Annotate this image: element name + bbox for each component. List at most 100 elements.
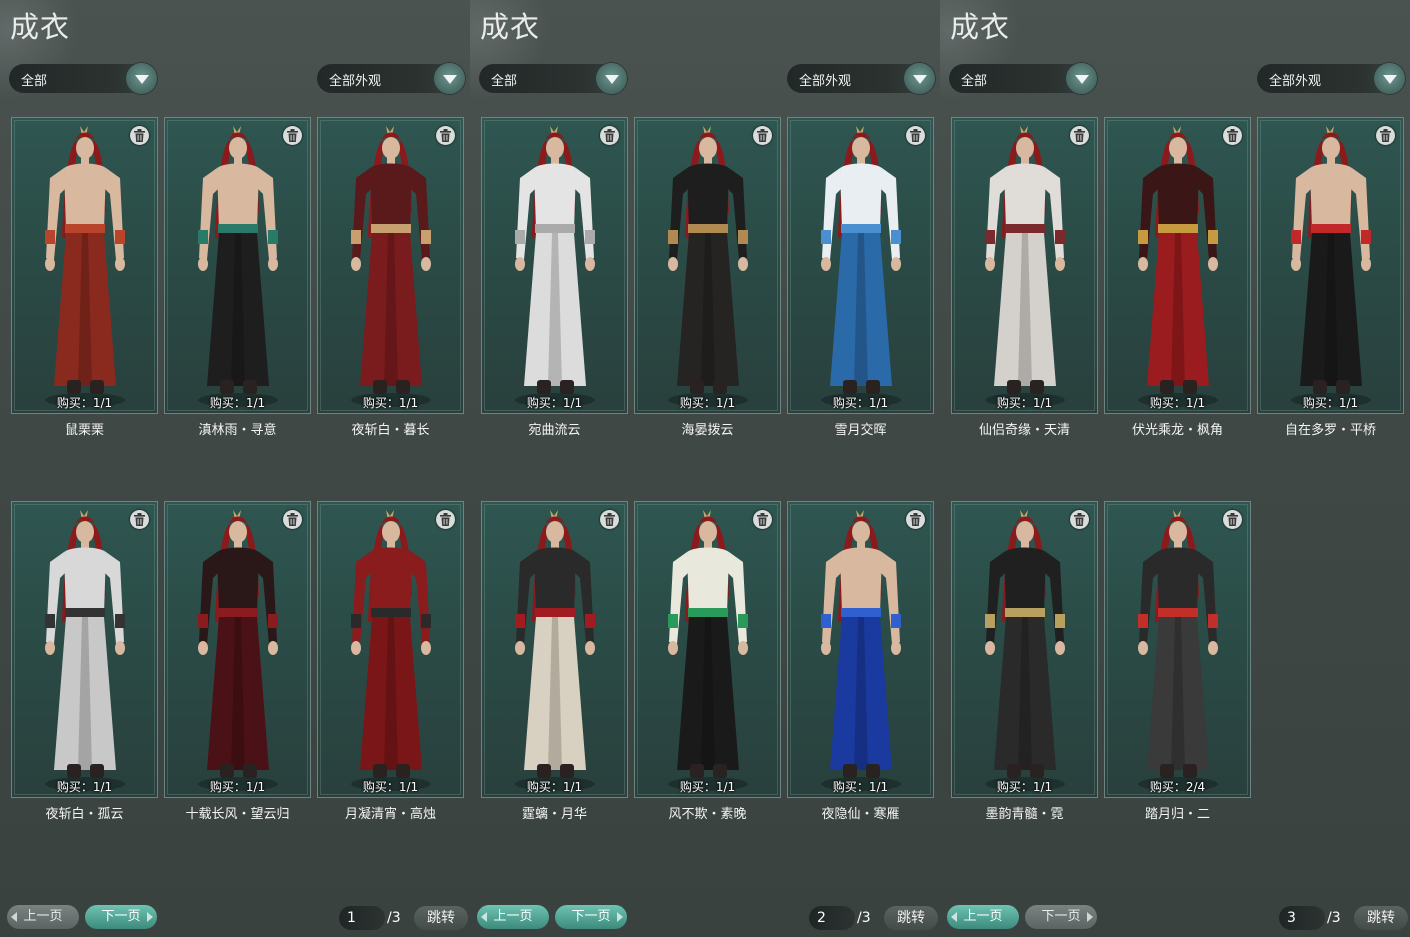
trash-icon[interactable] <box>906 510 925 529</box>
trash-icon[interactable] <box>1376 126 1395 145</box>
outfit-card[interactable]: 购买：1/1 <box>164 117 311 414</box>
outfit-preview-image <box>45 126 125 407</box>
outfit-card[interactable]: 购买：1/1 <box>1104 117 1251 414</box>
wardrobe-panel: 成衣 全部 全部外观 购买：1/1 仙侣奇缘・天清 购买：1/1 伏光乘龙・枫角 购买：1/1… <box>940 0 1410 937</box>
outfit-name: 夜斩白・暮长 <box>351 423 430 438</box>
left-arrow-icon <box>11 912 17 922</box>
outfit-preview-image <box>1138 510 1218 791</box>
outfit-card[interactable]: 购买：1/1 <box>1257 117 1404 414</box>
appearance-dropdown[interactable]: 全部外观 <box>787 63 935 94</box>
outfit-card[interactable]: 购买：1/1 <box>634 501 781 798</box>
trash-icon[interactable] <box>753 126 772 145</box>
trash-icon[interactable] <box>1070 126 1089 145</box>
trash-icon[interactable] <box>600 510 619 529</box>
jump-button[interactable]: 跳转 <box>414 906 468 930</box>
outfit-name: 霆螭・月华 <box>521 807 587 822</box>
outfit-card[interactable]: 购买：1/1 <box>11 501 158 798</box>
prev-page-button[interactable]: 上一页 <box>7 905 79 929</box>
trash-icon[interactable] <box>130 510 149 529</box>
outfit-card[interactable]: 购买：1/1 <box>951 117 1098 414</box>
purchase-count: 购买：1/1 <box>832 396 889 410</box>
chevron-down-icon[interactable] <box>596 63 627 94</box>
panel-title: 成衣 <box>10 10 71 44</box>
category-dropdown[interactable]: 全部 <box>949 63 1097 94</box>
outfit-card[interactable]: 购买：1/1 <box>11 117 158 414</box>
outfit-card[interactable]: 购买：1/1 <box>481 117 628 414</box>
right-arrow-icon <box>617 912 623 922</box>
outfit-name: 十载长风・望云归 <box>185 807 290 822</box>
page-total: /3 <box>857 910 871 926</box>
trash-icon[interactable] <box>283 126 302 145</box>
category-dropdown[interactable]: 全部 <box>9 63 157 94</box>
panel-title: 成衣 <box>480 10 541 44</box>
outfit-card[interactable]: 购买：1/1 <box>787 501 934 798</box>
chevron-down-icon[interactable] <box>904 63 935 94</box>
purchase-count: 购买：1/1 <box>679 396 736 410</box>
appearance-dropdown-label: 全部外观 <box>799 74 852 89</box>
page-number-value: 1 <box>347 910 356 926</box>
trash-icon[interactable] <box>906 126 925 145</box>
prev-page-button[interactable]: 上一页 <box>477 905 549 929</box>
outfit-preview-image <box>351 510 431 791</box>
category-dropdown-label: 全部 <box>961 74 988 89</box>
purchase-count: 购买：1/1 <box>1302 396 1359 410</box>
trash-icon[interactable] <box>600 126 619 145</box>
page-number-input[interactable]: 3 <box>1279 906 1325 930</box>
next-page-button[interactable]: 下一页 <box>85 905 157 929</box>
trash-icon[interactable] <box>436 510 455 529</box>
purchase-count: 购买：1/1 <box>209 780 266 794</box>
next-page-label: 下一页 <box>571 909 611 924</box>
purchase-count: 购买：1/1 <box>526 780 583 794</box>
purchase-count: 购买：1/1 <box>362 396 419 410</box>
next-page-button[interactable]: 下一页 <box>1025 905 1097 929</box>
outfit-preview-image <box>821 510 901 791</box>
trash-icon[interactable] <box>130 126 149 145</box>
outfit-preview-image <box>1138 126 1218 407</box>
jump-button[interactable]: 跳转 <box>884 906 938 930</box>
outfit-card[interactable]: 购买：1/1 <box>634 117 781 414</box>
outfit-preview-image <box>1291 126 1371 407</box>
left-arrow-icon <box>481 912 487 922</box>
outfit-name: 自在多罗・平桥 <box>1284 423 1376 438</box>
outfit-card[interactable]: 购买：1/1 <box>951 501 1098 798</box>
trash-icon[interactable] <box>753 510 772 529</box>
appearance-dropdown[interactable]: 全部外观 <box>317 63 465 94</box>
trash-icon[interactable] <box>283 510 302 529</box>
category-dropdown-label: 全部 <box>491 74 518 89</box>
right-arrow-icon <box>1087 912 1093 922</box>
outfit-card[interactable]: 购买：1/1 <box>317 117 464 414</box>
page-number-input[interactable]: 1 <box>339 906 385 930</box>
prev-page-label: 上一页 <box>23 909 63 924</box>
page-number-value: 3 <box>1287 910 1296 926</box>
outfit-preview-image <box>45 510 125 791</box>
outfit-card[interactable]: 购买：1/1 <box>317 501 464 798</box>
jump-button[interactable]: 跳转 <box>1354 906 1408 930</box>
chevron-down-icon[interactable] <box>1066 63 1097 94</box>
category-dropdown-label: 全部 <box>21 74 48 89</box>
trash-icon[interactable] <box>436 126 455 145</box>
outfit-preview-image <box>985 126 1065 407</box>
right-arrow-icon <box>147 912 153 922</box>
chevron-down-icon[interactable] <box>434 63 465 94</box>
category-dropdown[interactable]: 全部 <box>479 63 627 94</box>
outfit-preview-image <box>668 510 748 791</box>
chevron-down-icon[interactable] <box>1374 63 1405 94</box>
appearance-dropdown[interactable]: 全部外观 <box>1257 63 1405 94</box>
purchase-count: 购买：1/1 <box>56 396 113 410</box>
page-number-input[interactable]: 2 <box>809 906 855 930</box>
prev-page-button[interactable]: 上一页 <box>947 905 1019 929</box>
wardrobe-panel: 成衣 全部 全部外观 购买：1/1 宛曲流云 购买：1/1 海晏拨云 购买：1/1 雪月交晖 购买… <box>470 0 940 937</box>
trash-icon[interactable] <box>1070 510 1089 529</box>
outfit-card[interactable]: 购买：2/4 <box>1104 501 1251 798</box>
appearance-dropdown-label: 全部外观 <box>1269 74 1322 89</box>
trash-icon[interactable] <box>1223 126 1242 145</box>
outfit-card[interactable]: 购买：1/1 <box>164 501 311 798</box>
outfit-card[interactable]: 购买：1/1 <box>481 501 628 798</box>
trash-icon[interactable] <box>1223 510 1242 529</box>
outfit-card[interactable]: 购买：1/1 <box>787 117 934 414</box>
outfit-preview-image <box>351 126 431 407</box>
outfit-preview-image <box>821 126 901 407</box>
chevron-down-icon[interactable] <box>126 63 157 94</box>
purchase-count: 购买：1/1 <box>526 396 583 410</box>
next-page-button[interactable]: 下一页 <box>555 905 627 929</box>
